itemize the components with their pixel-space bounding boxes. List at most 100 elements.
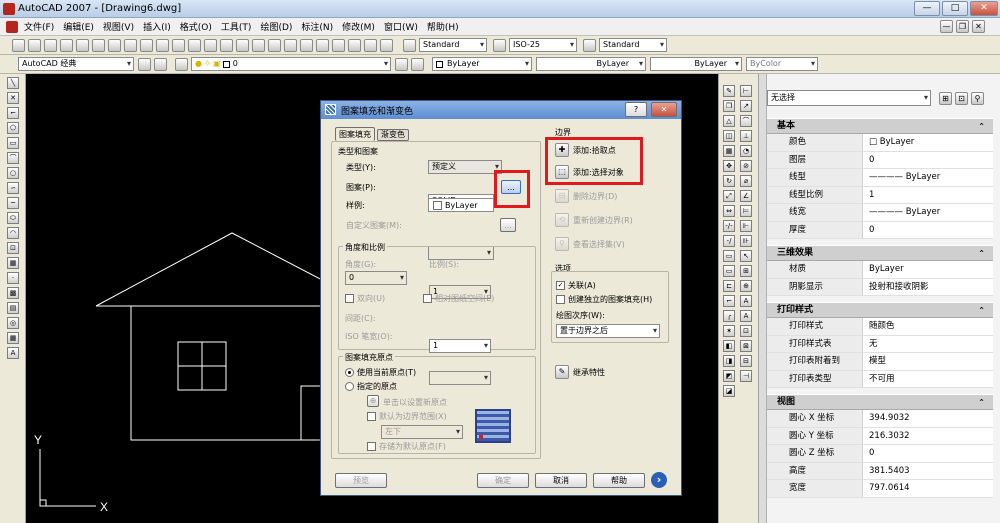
ellipse-arc-icon[interactable]: ◠ — [7, 227, 19, 239]
block-editor-icon[interactable] — [172, 38, 185, 52]
region-icon[interactable]: ◎ — [7, 317, 19, 329]
doc-restore-button[interactable]: ❐ — [956, 20, 969, 33]
recreate-boundary-button[interactable]: ⟲ 重新创建边界(R) — [555, 213, 633, 227]
fillet-icon[interactable]: ╭ — [723, 310, 735, 322]
draw-order-front-icon[interactable]: ◧ — [723, 340, 735, 352]
double-checkbox[interactable]: 双向(U) — [345, 293, 385, 304]
table-style-dropdown[interactable]: Standard — [599, 38, 667, 52]
add-pick-points-button[interactable]: ✚ 添加:拾取点 — [555, 143, 616, 157]
undo-icon[interactable] — [188, 38, 201, 52]
make-block-icon[interactable]: ▦ — [7, 257, 19, 269]
toggle-pickadd-icon[interactable]: ⊞ — [939, 91, 952, 105]
quick-select-icon[interactable]: ⚲ — [971, 91, 984, 105]
new-icon[interactable] — [12, 38, 25, 52]
default-boundary-checkbox[interactable]: 默认为边界范围(X) — [367, 411, 447, 422]
inherit-properties-button[interactable]: ✎ 继承特性 — [555, 365, 605, 379]
hatch-icon[interactable]: ▩ — [7, 287, 19, 299]
menu-insert[interactable]: 插入(I) — [143, 20, 171, 33]
radius-dim-icon[interactable]: ◔ — [740, 145, 752, 157]
plot-style-dropdown[interactable]: ByColor — [746, 57, 818, 71]
draw-order-above-icon[interactable]: ◩ — [723, 370, 735, 382]
explode-icon[interactable]: ✶ — [723, 325, 735, 337]
menu-view[interactable]: 视图(V) — [103, 20, 134, 33]
erase-icon[interactable]: ✎ — [723, 85, 735, 97]
menu-draw[interactable]: 绘图(D) — [260, 20, 292, 33]
linear-dim-icon[interactable]: ⊢ — [740, 85, 752, 97]
custom-browse-button[interactable]: ... — [500, 218, 516, 232]
tab-gradient[interactable]: 渐变色 — [377, 129, 409, 141]
arc-length-icon[interactable]: ⌒ — [740, 115, 752, 127]
ok-button[interactable]: 确定 — [477, 473, 529, 488]
more-options-button[interactable]: › — [651, 472, 667, 488]
array-icon[interactable]: ▦ — [723, 145, 735, 157]
zoom-previous-icon[interactable] — [268, 38, 281, 52]
separate-hatch-checkbox[interactable]: 创建独立的图案填充(H) — [556, 294, 652, 305]
dialog-help-button[interactable]: ? — [625, 102, 647, 117]
jogged-dim-icon[interactable]: ⊘ — [740, 160, 752, 172]
close-button[interactable]: ✕ — [970, 1, 998, 16]
relative-paper-checkbox[interactable]: 相对图纸空间(E) — [423, 293, 494, 304]
redo-icon[interactable] — [204, 38, 217, 52]
layer-manager-icon[interactable] — [175, 57, 188, 71]
angular-dim-icon[interactable]: ∠ — [740, 190, 752, 202]
draw-order-back-icon[interactable]: ◨ — [723, 355, 735, 367]
point-icon[interactable]: · — [7, 272, 19, 284]
layer-dropdown[interactable]: ● ☼ ▣ 0 — [191, 57, 391, 71]
workspace-dropdown[interactable]: AutoCAD 经典 — [18, 57, 134, 71]
menu-dimension[interactable]: 标注(N) — [301, 20, 333, 33]
diameter-dim-icon[interactable]: ⌀ — [740, 175, 752, 187]
spacing-input[interactable]: 1 — [429, 339, 491, 353]
cancel-button[interactable]: 取消 — [535, 473, 587, 488]
type-dropdown[interactable]: 预定义 — [428, 160, 502, 174]
menu-help[interactable]: 帮助(H) — [427, 20, 459, 33]
stretch-icon[interactable]: ⇔ — [723, 205, 735, 217]
copy-object-icon[interactable]: ❐ — [723, 100, 735, 112]
trim-icon[interactable]: -/- — [723, 220, 735, 232]
tab-hatch[interactable]: 图案填充 — [335, 127, 375, 141]
polyline-icon[interactable]: ⌐ — [7, 107, 19, 119]
maximize-button[interactable]: □ — [942, 1, 968, 16]
section-header-3d[interactable]: 三维效果 ⌃ — [767, 245, 993, 261]
dim-style-icon-v[interactable]: ⊠ — [740, 340, 752, 352]
aligned-dim-icon[interactable]: ↗ — [740, 100, 752, 112]
dialog-close-button[interactable]: ✕ — [651, 102, 677, 117]
save-icon[interactable] — [44, 38, 57, 52]
pan-icon[interactable] — [220, 38, 233, 52]
help-button[interactable]: 帮助 — [593, 473, 645, 488]
extend-icon[interactable]: -/ — [723, 235, 735, 247]
line-icon[interactable]: ╲ — [7, 77, 19, 89]
sheet-set-icon[interactable] — [332, 38, 345, 52]
set-origin-button[interactable]: ⊕ — [367, 395, 379, 407]
color-dropdown[interactable]: ByLayer — [432, 57, 532, 71]
draw-order-below-icon[interactable]: ◪ — [723, 385, 735, 397]
revision-cloud-icon[interactable]: ∽ — [7, 182, 19, 194]
doc-close-button[interactable]: ✕ — [972, 20, 985, 33]
dim-edit-icon[interactable]: A — [740, 295, 752, 307]
center-mark-icon[interactable]: ⊕ — [740, 280, 752, 292]
join-icon[interactable]: ⊏ — [723, 280, 735, 292]
dim-override-icon[interactable]: ⊟ — [740, 355, 752, 367]
zoom-realtime-icon[interactable] — [236, 38, 249, 52]
select-objects-icon[interactable]: ⊡ — [955, 91, 968, 105]
tolerance-icon[interactable]: ⊞ — [740, 265, 752, 277]
layer-previous-icon[interactable] — [411, 57, 424, 71]
add-select-objects-button[interactable]: ⬚ 添加:选择对象 — [555, 165, 624, 179]
view-selection-button[interactable]: ⚲ 查看选择集(V) — [555, 237, 625, 251]
print-preview-icon[interactable] — [76, 38, 89, 52]
text-style-dropdown[interactable]: Standard — [419, 38, 487, 52]
multiline-text-icon[interactable]: A — [7, 347, 19, 359]
scale-icon[interactable]: ⤢ — [723, 190, 735, 202]
menu-window[interactable]: 窗口(W) — [384, 20, 418, 33]
tool-palettes-icon[interactable] — [316, 38, 329, 52]
continue-dim-icon[interactable]: ⊪ — [740, 235, 752, 247]
break-at-point-icon[interactable]: ▭ — [723, 250, 735, 262]
dim-style-dropdown[interactable]: ISO-25 — [509, 38, 577, 52]
angle-dropdown[interactable]: 0 — [345, 271, 407, 285]
section-header-plot[interactable]: 打印样式 ⌃ — [767, 302, 993, 318]
move-icon[interactable]: ✥ — [723, 160, 735, 172]
break-icon[interactable]: ▭ — [723, 265, 735, 277]
markup-icon[interactable] — [348, 38, 361, 52]
match-properties-icon[interactable] — [156, 38, 169, 52]
offset-icon[interactable]: ◫ — [723, 130, 735, 142]
zoom-window-icon[interactable] — [252, 38, 265, 52]
